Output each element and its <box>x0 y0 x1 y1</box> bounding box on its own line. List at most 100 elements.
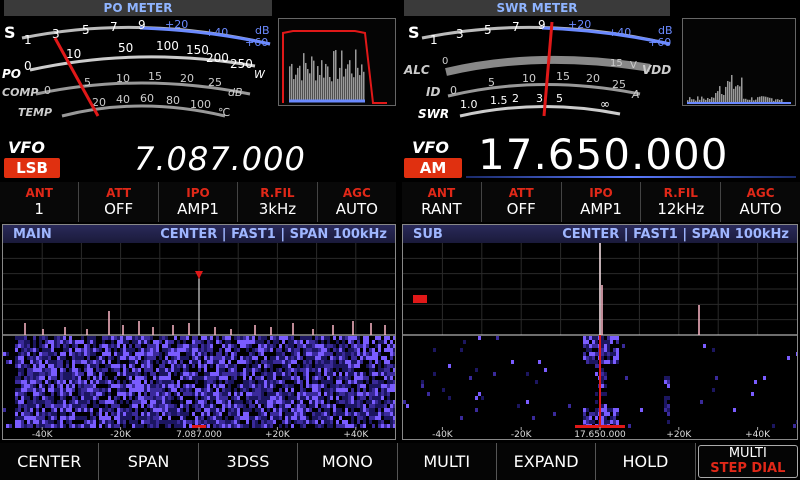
softkey-hold[interactable]: HOLD <box>596 443 696 480</box>
main-param-ant[interactable]: ANT 1 <box>0 182 80 222</box>
main-param-row: ANT 1 ATT OFF IPO AMP1 R.FIL 3kHz AGC AU… <box>0 182 397 222</box>
po-po-tick: 100 <box>156 39 179 53</box>
param-label: IPO <box>186 186 210 200</box>
param-label: AGC <box>746 186 775 200</box>
sub-scope-settings: CENTER | FAST1 | SPAN 100kHz <box>562 226 789 242</box>
po-po-tick: 200 <box>206 51 229 65</box>
sub-param-att[interactable]: ATT OFF <box>481 182 562 222</box>
param-label: ANT <box>25 186 53 200</box>
swr-swr-tick: ∞ <box>600 97 610 111</box>
swr-s-tick: 5 <box>484 23 492 37</box>
scope-axis-label: -20K <box>110 430 132 439</box>
sub-frequency[interactable]: 17.650.000 <box>478 130 728 179</box>
param-value: AUTO <box>739 200 782 218</box>
po-s-tick: 7 <box>110 20 118 34</box>
po-s-tick: 5 <box>82 23 90 37</box>
main-param-att[interactable]: ATT OFF <box>79 182 159 222</box>
po-meter-title: PO METER <box>4 0 272 16</box>
softkey-mono[interactable]: MONO <box>298 443 398 480</box>
main-scope-display[interactable]: -40K -20K 7.087.000 +20K +40K <box>3 243 395 439</box>
po-db-tick: +40 <box>205 26 228 39</box>
po-db-tick: +20 <box>165 18 188 31</box>
po-temp-unit: ℃ <box>218 106 230 119</box>
swr-id-label: ID <box>426 85 440 99</box>
swr-s-tick: 9 <box>538 18 546 32</box>
swr-id-tick: 10 <box>522 72 536 85</box>
sub-param-ipo[interactable]: IPO AMP1 <box>561 182 642 222</box>
swr-db-tick: +60 <box>648 36 671 49</box>
sub-scope-display[interactable]: -40K -20K 17.650.000 +20K +40K <box>403 243 797 439</box>
param-value: AUTO <box>335 200 378 218</box>
param-value: 3kHz <box>258 200 297 218</box>
softkey-span[interactable]: SPAN <box>99 443 199 480</box>
po-comp-tick: 10 <box>116 72 130 85</box>
scope-axis-label: +40K <box>343 430 369 439</box>
sub-param-ant[interactable]: ANT RANT <box>402 182 482 222</box>
main-scope[interactable]: MAIN CENTER | FAST1 | SPAN 100kHz -40K -2… <box>2 224 396 440</box>
param-value: 12kHz <box>657 200 705 218</box>
po-db-unit: dB <box>255 24 270 37</box>
param-label: R.FIL <box>663 186 698 200</box>
po-temp-tick: 40 <box>116 93 130 106</box>
po-db-tick: +60 <box>245 36 268 49</box>
swr-id-tick: 5 <box>488 76 495 89</box>
param-label: ATT <box>106 186 132 200</box>
softkey-multi[interactable]: MULTI <box>397 443 497 480</box>
swr-vdd-unit: V <box>630 60 637 71</box>
softkey-bar: CENTER SPAN 3DSS MONO MULTI EXPAND HOLD … <box>0 443 800 480</box>
swr-alc-label: ALC <box>403 63 430 77</box>
po-s-tick: 9 <box>138 18 146 32</box>
swr-id-tick: 20 <box>586 72 600 85</box>
softkey-3dss[interactable]: 3DSS <box>198 443 299 480</box>
sub-param-agc[interactable]: AGC AUTO <box>721 182 800 222</box>
main-vfo-label: VFO <box>8 138 45 157</box>
po-temp-label: TEMP <box>18 106 52 119</box>
param-value: AMP1 <box>580 200 622 218</box>
param-label: IPO <box>589 186 613 200</box>
sub-mini-scope <box>682 18 796 106</box>
po-po-tick: 0 <box>24 59 32 73</box>
main-param-agc[interactable]: AGC AUTO <box>317 182 397 222</box>
sub-param-rfil[interactable]: R.FIL 12kHz <box>641 182 722 222</box>
po-temp-tick: 60 <box>140 92 154 105</box>
param-label: R.FIL <box>260 186 295 200</box>
scope-axis-label: -40K <box>32 430 54 439</box>
param-value: 1 <box>34 200 44 218</box>
po-comp-tick: 0 <box>44 84 51 97</box>
swr-id-tick: 25 <box>612 78 626 91</box>
param-label: AGC <box>342 186 371 200</box>
swr-db-tick: +40 <box>608 26 631 39</box>
swr-meter-title: SWR METER <box>404 0 670 16</box>
swr-vdd-label: VDD <box>642 63 671 77</box>
swr-swr-tick: 5 <box>556 92 563 105</box>
sub-vfo-label: VFO <box>412 138 449 157</box>
softkey-multi-step-dial[interactable]: MULTI STEP DIAL <box>697 445 798 478</box>
sub-frequency-underline <box>466 176 796 178</box>
sub-scope-header: SUB CENTER | FAST1 | SPAN 100kHz <box>403 225 797 243</box>
param-value: OFF <box>104 200 134 218</box>
po-comp-tick: 20 <box>180 72 194 85</box>
scope-axis-label: -20K <box>511 430 533 439</box>
main-param-ipo[interactable]: IPO AMP1 <box>158 182 239 222</box>
swr-db-tick: +20 <box>568 18 591 31</box>
swr-id-tick: 0 <box>450 84 457 97</box>
softkey-center[interactable]: CENTER <box>0 443 100 480</box>
sub-mode-badge[interactable]: AM <box>404 158 462 178</box>
po-po-tick: 10 <box>66 47 81 61</box>
swr-swr-tick: 1.5 <box>490 94 508 107</box>
po-comp-tick: 5 <box>84 76 91 89</box>
main-mode-badge[interactable]: LSB <box>4 158 60 178</box>
sub-scope[interactable]: SUB CENTER | FAST1 | SPAN 100kHz -40K -20… <box>402 224 798 440</box>
swr-id-unit: A <box>631 88 640 101</box>
po-s-tick: 1 <box>24 33 32 47</box>
multi-step-dial-top: MULTI <box>728 446 767 461</box>
swr-db-unit: dB <box>658 24 673 37</box>
po-po-tick: 50 <box>118 41 133 55</box>
main-frequency[interactable]: 7.087.000 <box>134 140 306 178</box>
swr-swr-tick: 3 <box>536 92 543 105</box>
param-value: OFF <box>506 200 536 218</box>
softkey-expand[interactable]: EXPAND <box>496 443 597 480</box>
param-value: AMP1 <box>177 200 219 218</box>
main-param-rfil[interactable]: R.FIL 3kHz <box>238 182 318 222</box>
scope-axis-label: 17.650.000 <box>574 430 626 439</box>
